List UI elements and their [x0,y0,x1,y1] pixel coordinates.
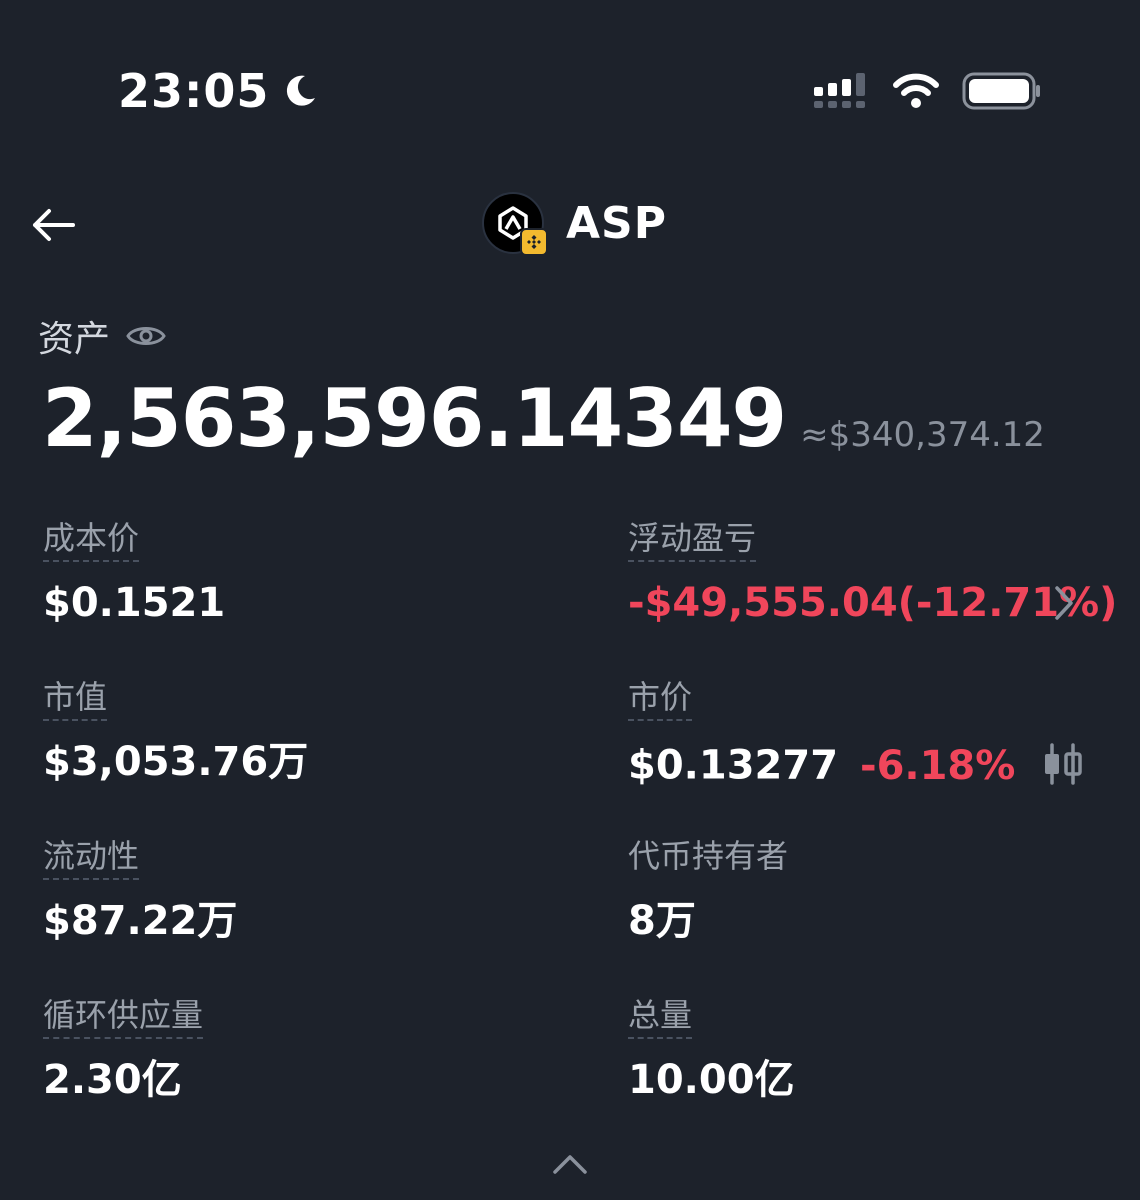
status-time-text: 23:05 [118,64,270,118]
total-supply-label[interactable]: 总量 [628,999,693,1039]
moon-icon [281,72,319,110]
wifi-icon [892,73,940,113]
assets-label: 资产 [38,319,111,360]
token-symbol: ASP [566,197,667,249]
circulating-supply-label[interactable]: 循环供应量 [43,999,204,1039]
floating-pnl-value[interactable]: -$49,555.04(-12.71%) [628,583,1117,623]
holders-label: 代币持有者 [628,837,789,875]
price-change-percent: -6.18% [859,742,1016,789]
battery-icon [962,72,1042,114]
liquidity-label[interactable]: 流动性 [43,840,140,880]
chevron-right-icon[interactable] [1052,584,1076,626]
token-balance: 2,563,596.14349 [42,372,787,465]
liquidity-value: $87.22万 [43,898,238,944]
market-price-row: $0.13277 -6.18% [628,742,1085,793]
token-logo [482,192,548,256]
status-bar-time: 23:05 [118,64,319,118]
balance-row: 2,563,596.14349 ≈$340,374.12 [42,372,1045,465]
cost-price-value: $0.1521 [43,580,226,626]
candlestick-chart-icon[interactable] [1041,742,1085,793]
back-button[interactable] [28,200,78,250]
chevron-up-icon[interactable] [551,1152,589,1180]
bnb-chain-icon [520,228,548,256]
market-price-value: $0.13277 [628,742,839,789]
balance-usd-value: ≈$340,374.12 [800,415,1045,455]
status-bar-icons [814,72,1042,114]
market-cap-label[interactable]: 市值 [43,681,108,721]
arrow-left-icon [33,209,75,241]
market-price-label[interactable]: 市价 [628,681,693,721]
assets-label-row: 资产 [38,310,166,362]
circulating-supply-value: 2.30亿 [43,1057,182,1103]
cost-price-label[interactable]: 成本价 [43,522,140,562]
floating-pnl-label[interactable]: 浮动盈亏 [628,522,757,562]
market-cap-value: $3,053.76万 [43,739,309,785]
token-header: ASP [482,192,667,256]
eye-icon[interactable] [126,322,166,350]
total-supply-value: 10.00亿 [628,1057,795,1103]
holders-value: 8万 [628,898,696,944]
signal-icon [814,73,870,113]
